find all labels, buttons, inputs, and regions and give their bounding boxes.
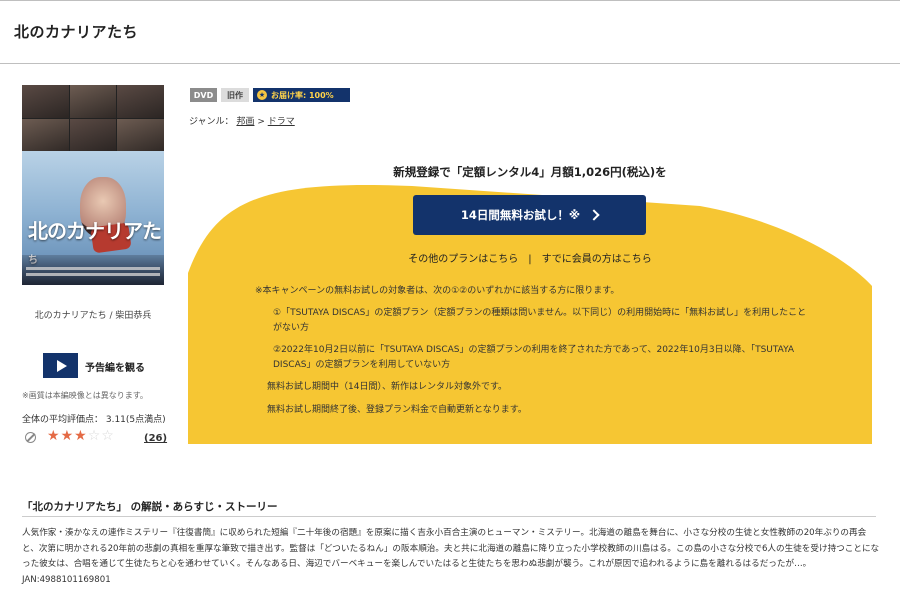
terms-condition-1: ①「TSUTAYA DISCAS」の定額プラン（定額プランの種類は問いません。以…: [273, 308, 807, 333]
chevron-right-icon: [588, 209, 600, 221]
free-trial-label: 14日間無料お試し！※: [460, 208, 581, 222]
link-separator: |: [528, 254, 532, 265]
other-plans-link[interactable]: その他のプランはこちら: [408, 254, 518, 265]
campaign-terms: ※本キャンペーンの無料お試しの対象者は、次の①②のいずれかに該当する方に限ります…: [255, 284, 815, 426]
terms-condition-2: ②2022年10月2日以前に「TSUTAYA DISCAS」の定額プランの利用を…: [273, 345, 795, 370]
member-login-link[interactable]: すでに会員の方はこちら: [542, 254, 652, 265]
story-body: 人気作家・湊かなえの連作ミステリー『往復書簡』に収められた短編『二十年後の宿題』…: [22, 528, 880, 585]
story-heading: 「北のカナリアたち」 の解説・あらすじ・ストーリー: [22, 501, 278, 513]
terms-new-release-note: 無料お試し期間中（14日間）、新作はレンタル対象外です。: [267, 382, 508, 392]
promo-headline: 新規登録で「定額レンタル4」月額1,026円(税込)を: [393, 165, 667, 179]
terms-intro: ※本キャンペーンの無料お試しの対象者は、次の①②のいずれかに該当する方に限ります…: [255, 286, 620, 296]
free-trial-button[interactable]: 14日間無料お試し！※: [413, 195, 646, 235]
plan-links: その他のプランはこちら | すでに会員の方はこちら: [330, 250, 730, 265]
story-divider: [22, 516, 876, 517]
terms-auto-renew-note: 無料お試し期間終了後、登録プラン料金で自動更新となります。: [267, 405, 527, 415]
